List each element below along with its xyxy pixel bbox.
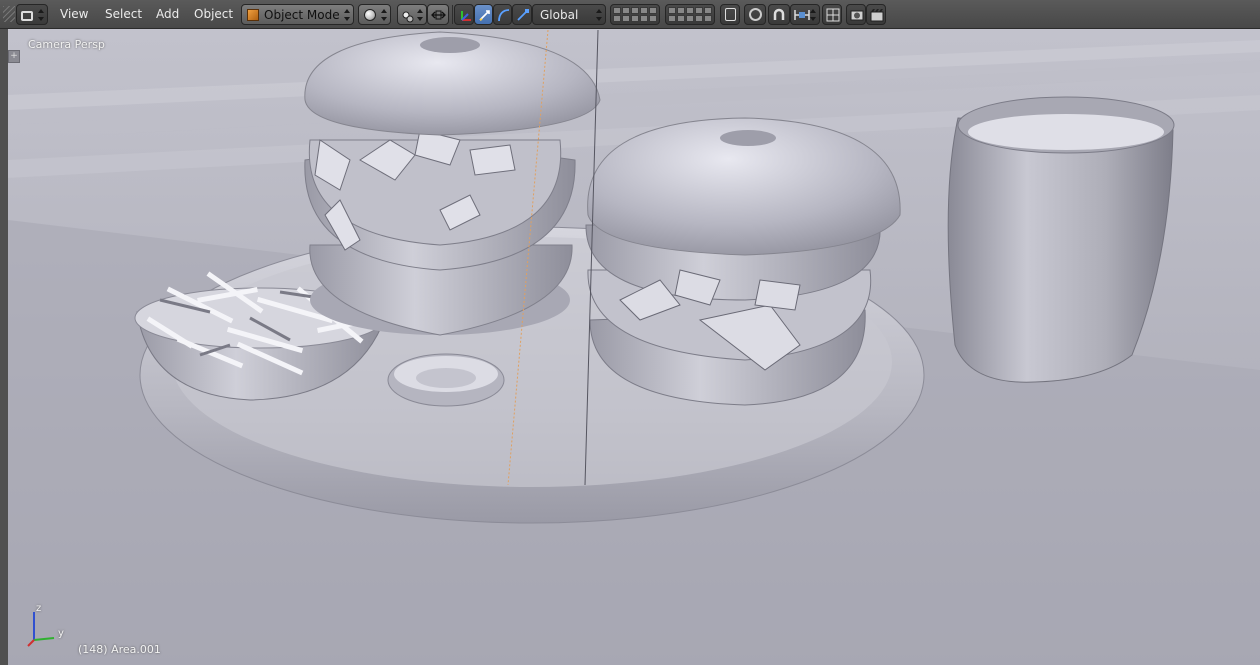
view-name-label: Camera Persp	[28, 38, 105, 51]
snap-align-button[interactable]	[822, 4, 842, 25]
mode-label: Object Mode	[264, 8, 340, 22]
3d-view-header: View Select Add Object Object Mode Globa…	[0, 0, 1260, 29]
arc-icon	[497, 8, 510, 29]
manipulator-scale-button[interactable]	[512, 4, 532, 25]
snap-target-icon	[794, 8, 810, 29]
snap-align-icon	[826, 8, 840, 29]
editor-type-icon	[21, 10, 33, 21]
scene-render	[8, 29, 1260, 665]
snap-target-select[interactable]	[790, 4, 820, 25]
toolshelf-expand-button[interactable]: +	[8, 50, 20, 63]
manipulator-arc-button[interactable]	[493, 4, 512, 25]
snap-icon	[772, 8, 787, 29]
axis-label-z: z	[36, 603, 42, 614]
dropdown-arrows-icon	[596, 8, 602, 22]
render-animation-button[interactable]	[866, 4, 886, 25]
transform-manipulator-icon	[431, 8, 446, 29]
dropdown-arrows-icon	[381, 8, 387, 22]
orientation-label: Global	[540, 8, 579, 22]
separator	[452, 5, 453, 24]
transform-manipulator-toggle[interactable]	[427, 4, 449, 25]
axis-gizmo	[27, 612, 55, 647]
viewport-shading-select[interactable]	[358, 4, 391, 25]
editor-type-button[interactable]	[16, 4, 48, 25]
mode-cube-icon	[247, 9, 259, 21]
lock-camera-icon	[725, 8, 736, 21]
interaction-mode-select[interactable]: Object Mode	[241, 4, 354, 25]
lock-camera-button[interactable]	[720, 4, 740, 25]
dropdown-arrows-icon	[417, 8, 423, 22]
rotate-icon	[478, 8, 491, 29]
dropdown-arrows-icon	[810, 8, 816, 22]
scene-layers-b[interactable]	[665, 4, 715, 25]
header-grip[interactable]	[3, 6, 15, 22]
snap-button[interactable]	[768, 4, 790, 25]
render-image-icon	[850, 8, 864, 29]
layers-icon	[611, 5, 659, 24]
proportional-edit-button[interactable]	[744, 4, 766, 25]
menu-add[interactable]: Add	[150, 4, 185, 25]
render-image-button[interactable]	[846, 4, 866, 25]
scale-icon	[516, 8, 529, 29]
dropdown-arrows-icon	[344, 8, 350, 22]
layers-icon	[666, 5, 714, 24]
scene-layers-a[interactable]	[610, 4, 660, 25]
pivot-point-icon	[402, 9, 414, 23]
axis-label-y: y	[58, 628, 64, 639]
3d-viewport[interactable]	[8, 29, 1260, 665]
transform-orientation-select[interactable]: Global	[532, 4, 606, 25]
menu-select[interactable]: Select	[99, 4, 148, 25]
toolshelf-edge[interactable]	[0, 29, 8, 665]
manipulator-rotate-button[interactable]	[474, 4, 493, 25]
blender-window: View Select Add Object Object Mode Globa…	[0, 0, 1260, 665]
dropdown-arrows-icon	[38, 8, 44, 22]
manipulator-translate-button[interactable]	[454, 4, 474, 25]
proportional-edit-icon	[749, 8, 762, 21]
render-animation-icon	[870, 8, 884, 29]
menu-view[interactable]: View	[54, 4, 94, 25]
menu-object[interactable]: Object	[188, 4, 239, 25]
translate-icon	[458, 8, 472, 29]
active-object-status: (148) Area.001	[78, 643, 161, 656]
viewport-shading-icon	[364, 9, 376, 21]
pivot-point-select[interactable]	[397, 4, 427, 25]
